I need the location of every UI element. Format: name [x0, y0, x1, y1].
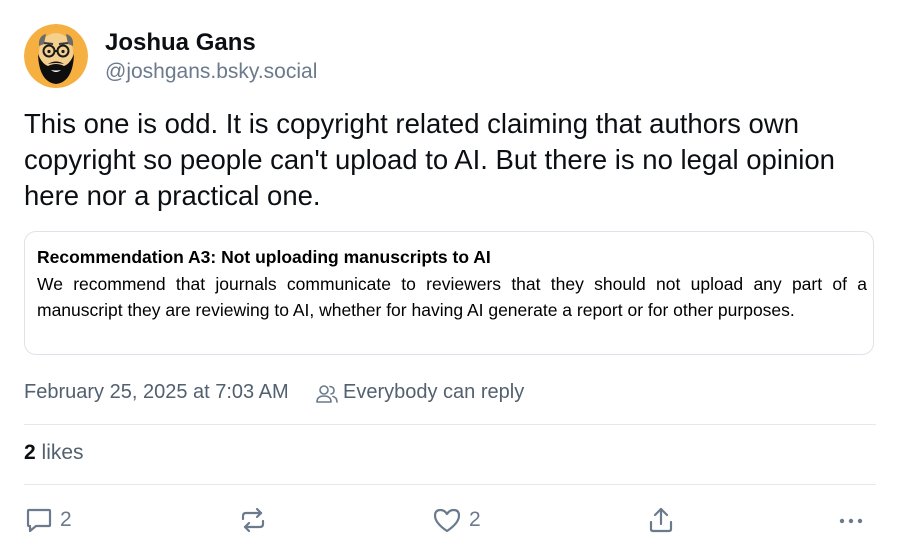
reply-setting-label: Everybody can reply	[343, 381, 525, 403]
speech-bubble-icon	[26, 508, 52, 533]
post-header: Joshua Gans @joshgans.bsky.social	[24, 24, 876, 88]
like-button[interactable]: 2	[431, 504, 481, 536]
share-upload-icon	[649, 507, 673, 533]
ellipsis-icon	[839, 518, 863, 524]
repost-button[interactable]	[238, 504, 268, 536]
post-meta: February 25, 2025 at 7:03 AM Everybody c…	[24, 381, 876, 407]
embedded-image-body: We recommend that journals communicate t…	[37, 274, 867, 320]
avatar-image	[24, 24, 88, 88]
embedded-image[interactable]: Recommendation A3: Not uploading manuscr…	[24, 231, 874, 355]
avatar[interactable]	[24, 24, 88, 88]
post-actions: 2 2	[24, 504, 876, 536]
divider	[24, 484, 876, 485]
likes-number: 2	[24, 441, 36, 464]
share-button[interactable]	[646, 504, 676, 536]
likes-count[interactable]: 2 likes	[24, 441, 84, 465]
divider	[24, 424, 876, 425]
reply-button[interactable]: 2	[24, 504, 72, 536]
heart-outline-icon	[433, 508, 461, 533]
author-handle[interactable]: @joshgans.bsky.social	[105, 60, 317, 84]
like-count: 2	[469, 508, 481, 531]
repost-arrows-icon	[241, 507, 265, 533]
embedded-image-title: Recommendation A3: Not uploading manuscr…	[37, 247, 491, 267]
reply-count: 2	[60, 508, 72, 531]
author-display-name[interactable]: Joshua Gans	[105, 29, 256, 57]
post-text: This one is odd. It is copyright related…	[24, 108, 835, 211]
likes-label: likes	[41, 441, 84, 464]
people-icon	[316, 385, 338, 403]
more-options-button[interactable]	[836, 504, 866, 536]
post-timestamp[interactable]: February 25, 2025 at 7:03 AM	[24, 381, 289, 404]
